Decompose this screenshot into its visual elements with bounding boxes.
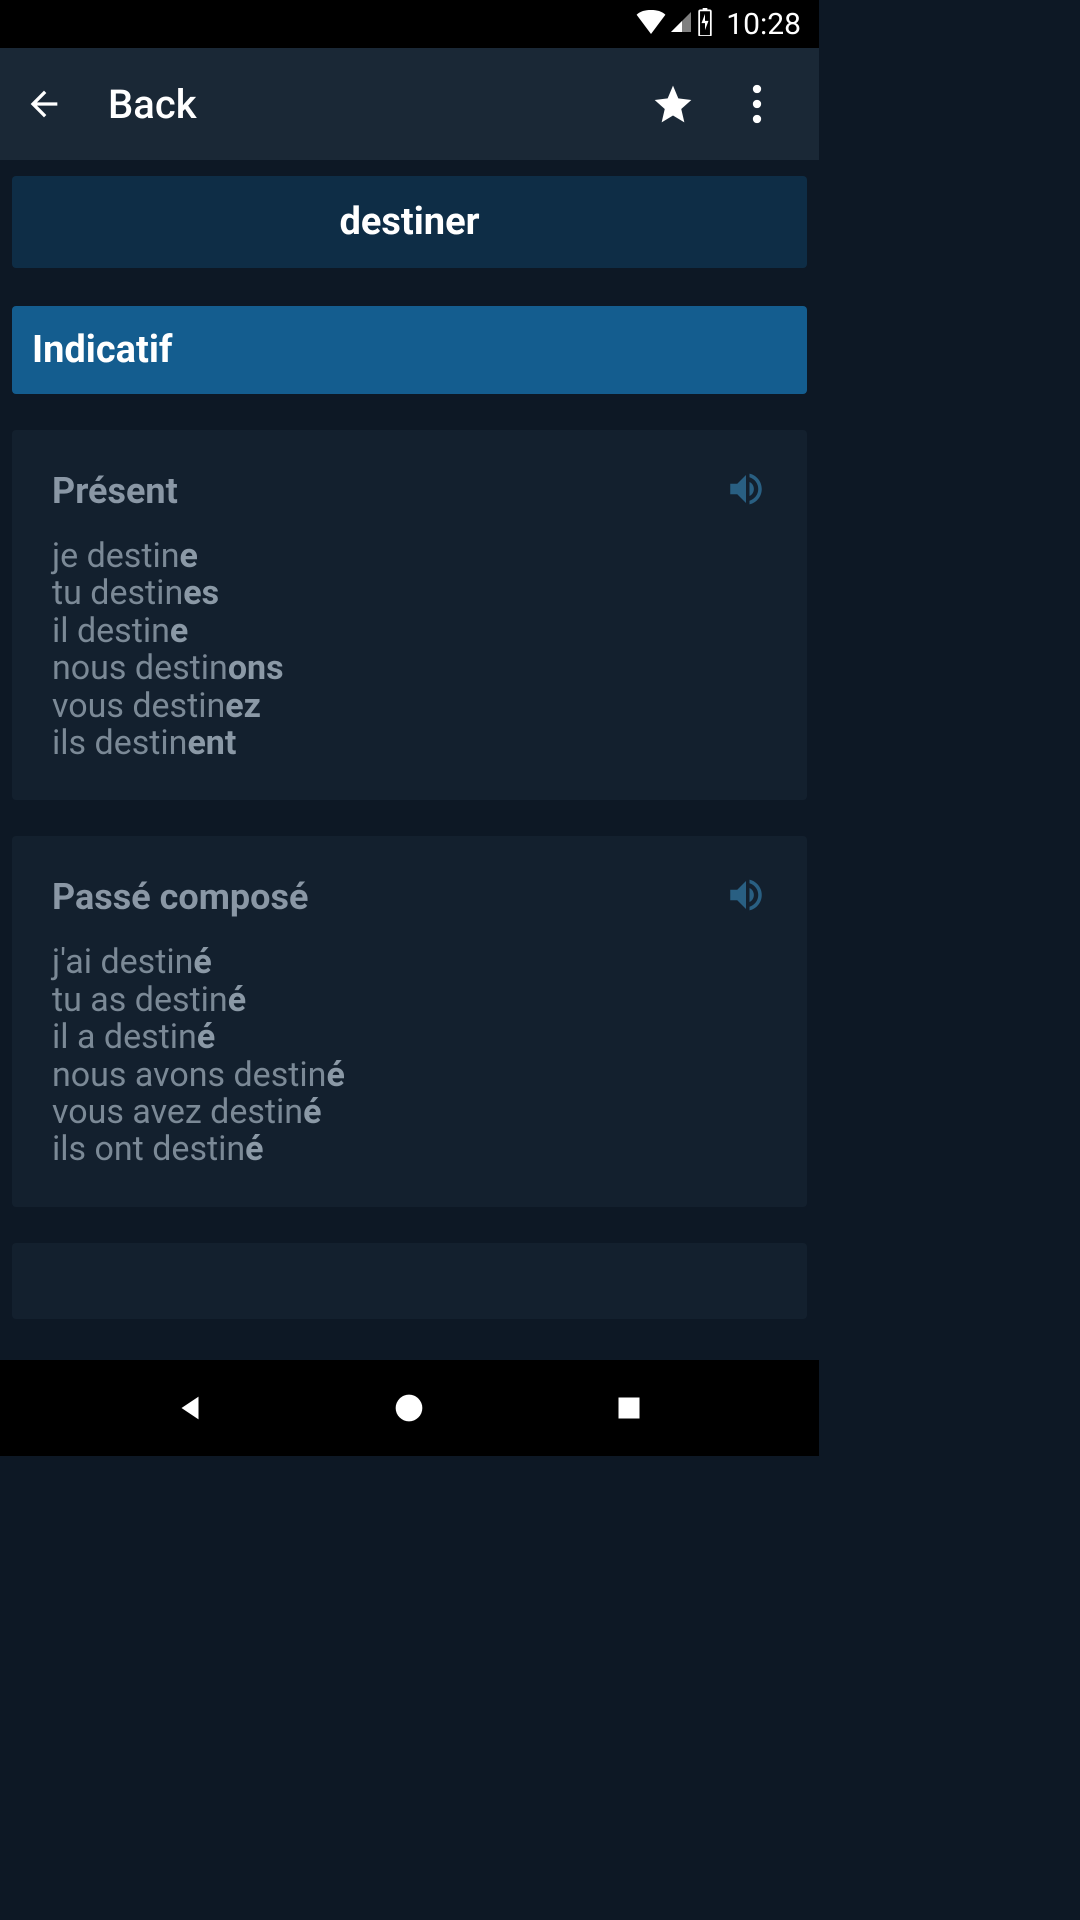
conj-line: vous destinez xyxy=(52,688,767,725)
page-title: Back xyxy=(108,81,197,128)
circle-home-icon xyxy=(393,1392,425,1424)
speaker-icon xyxy=(725,468,767,510)
play-audio-button[interactable] xyxy=(725,468,767,514)
status-time: 10:28 xyxy=(726,7,801,42)
nav-home-button[interactable] xyxy=(385,1384,433,1432)
conj-line: ils ont destiné xyxy=(52,1131,767,1168)
triangle-back-icon xyxy=(173,1391,207,1425)
conj-line: il destine xyxy=(52,613,767,650)
nav-recent-button[interactable] xyxy=(605,1384,653,1432)
conj-line: nous avons destiné xyxy=(52,1057,767,1094)
conj-line: vous avez destiné xyxy=(52,1094,767,1131)
conj-line: j'ai destiné xyxy=(52,944,767,981)
conj-line: je destine xyxy=(52,538,767,575)
conj-line: ils destinent xyxy=(52,725,767,762)
conj-line: tu destines xyxy=(52,575,767,612)
speaker-icon xyxy=(725,874,767,916)
verb-banner: destiner xyxy=(12,176,807,268)
content: destiner Indicatif Présent je destine tu… xyxy=(0,160,819,1335)
wifi-icon xyxy=(636,10,666,38)
more-button[interactable] xyxy=(733,80,781,128)
play-audio-button[interactable] xyxy=(725,874,767,920)
tense-card: Passé composé j'ai destiné tu as destiné… xyxy=(12,836,807,1206)
android-nav-bar xyxy=(0,1360,819,1456)
mood-banner: Indicatif xyxy=(12,306,807,394)
nav-back-button[interactable] xyxy=(166,1384,214,1432)
app-bar: Back xyxy=(0,48,819,160)
signal-icon xyxy=(668,10,694,38)
square-recent-icon xyxy=(615,1394,643,1422)
conj-line: nous destinons xyxy=(52,650,767,687)
tense-card: Présent je destine tu destines il destin… xyxy=(12,430,807,800)
favorite-button[interactable] xyxy=(649,80,697,128)
status-icons xyxy=(636,8,714,40)
verb-title: destiner xyxy=(339,200,479,244)
mood-title: Indicatif xyxy=(32,328,173,372)
conj-line: il a destiné xyxy=(52,1019,767,1056)
more-vert-icon xyxy=(751,84,763,124)
status-bar: 10:28 xyxy=(0,0,819,48)
arrow-left-icon xyxy=(24,84,64,124)
back-arrow-button[interactable] xyxy=(20,80,68,128)
battery-charging-icon xyxy=(696,8,714,40)
conj-line: tu as destiné xyxy=(52,982,767,1019)
tense-title: Passé composé xyxy=(52,876,308,918)
star-icon xyxy=(651,82,695,126)
tense-title: Présent xyxy=(52,470,178,512)
tense-card-peek xyxy=(12,1243,807,1319)
